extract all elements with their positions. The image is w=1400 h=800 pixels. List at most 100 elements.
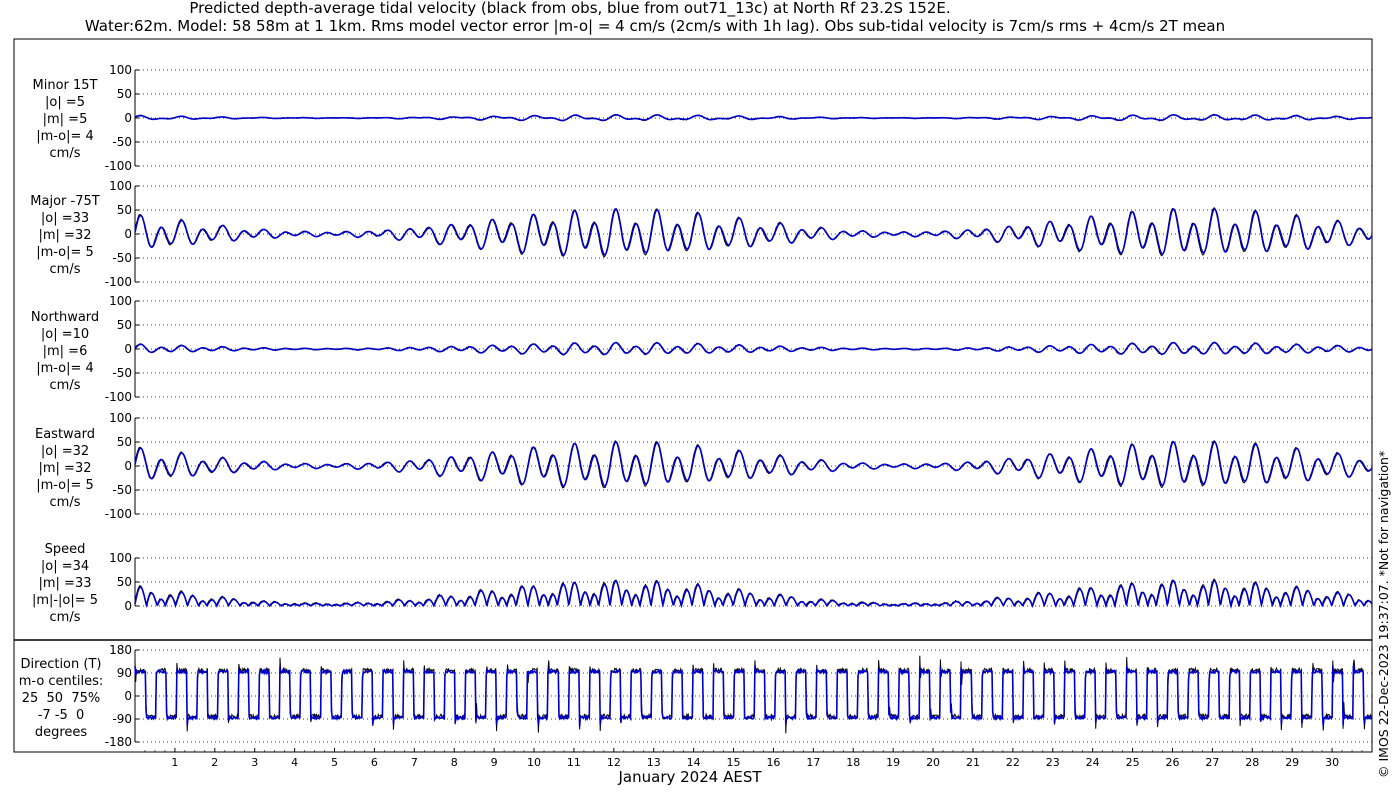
x-tick-label: 30 — [1325, 756, 1339, 769]
y-tick-label: 100 — [109, 63, 132, 77]
x-tick-label: 26 — [1165, 756, 1179, 769]
y-tick-label: 0 — [124, 342, 132, 356]
panel-label-line: |o| =10 — [40, 327, 90, 342]
panel-label-line: cm/s — [49, 610, 81, 625]
panel-minor: 100500-50-100 — [105, 63, 1373, 173]
y-tick-label: 0 — [124, 689, 132, 703]
x-tick-label: 1 — [171, 756, 178, 769]
panel-label-direction: Direction (T) m-o centiles: 25 50 75% -7 -5… — [14, 656, 108, 741]
y-tick-label: 100 — [109, 179, 132, 193]
panel-northward: 100500-50-100 — [105, 294, 1373, 404]
panel-label-line: degrees — [34, 725, 88, 740]
x-tick-label: 21 — [966, 756, 980, 769]
x-tick-label: 2 — [211, 756, 218, 769]
x-tick-label: 19 — [886, 756, 900, 769]
y-tick-label: 50 — [117, 318, 132, 332]
x-tick-label: 3 — [251, 756, 258, 769]
panel-label-line: |o| =33 — [40, 211, 90, 226]
panel-major: 100500-50-100 — [105, 179, 1373, 289]
panel-label-line: |m| =32 — [38, 461, 92, 476]
x-tick-label: 10 — [527, 756, 541, 769]
panel-label-speed: Speed |o| =34 |m| =33 |m|-|o|= 5 cm/s — [20, 541, 110, 626]
outer-frame — [13, 38, 1373, 753]
y-tick-label: 0 — [124, 227, 132, 241]
panel-label-line: |m| =6 — [42, 344, 88, 359]
y-tick-label: 50 — [117, 203, 132, 217]
y-tick-label: 100 — [109, 294, 132, 308]
panel-label-line: cm/s — [49, 146, 81, 161]
panel-speed: 100 50 0 — [109, 551, 1373, 613]
panel-eastward: 100500-50-100 — [105, 411, 1373, 521]
y-tick-label: 50 — [117, 435, 132, 449]
y-tick-label: 90 — [117, 666, 132, 680]
panel-label-line: |o| =5 — [44, 95, 85, 110]
x-tick-label: 28 — [1245, 756, 1259, 769]
x-tick-label: 29 — [1285, 756, 1299, 769]
x-tick-label: 27 — [1205, 756, 1219, 769]
y-tick-label: -180 — [105, 735, 132, 749]
panel-label-eastward: Eastward |o| =32 |m| =32 |m-o|= 5 cm/s — [20, 426, 110, 511]
y-tick-label: 180 — [109, 643, 132, 657]
panel-direction: 180 90 0 -90 -180 — [105, 643, 1373, 749]
y-tick-label: 0 — [124, 459, 132, 473]
panel-label-line: Speed — [44, 542, 86, 557]
panel-label-line: m-o centiles: — [18, 674, 104, 689]
series-model-line — [134, 113, 1373, 122]
panel-label-line: cm/s — [49, 378, 81, 393]
panel-label-line: |m-o|= 4 — [36, 361, 94, 376]
panel-label-line: |m-o|= 4 — [36, 129, 94, 144]
x-tick-label: 25 — [1126, 756, 1140, 769]
panel-label-line: cm/s — [49, 262, 81, 277]
panel-label-major: Major -75T |o| =33 |m| =32 |m-o|= 5 cm/s — [20, 193, 110, 278]
panel-label-line: Major -75T — [30, 194, 100, 209]
panel-label-line: cm/s — [49, 495, 81, 510]
panel-label-line: |m-o|= 5 — [36, 245, 94, 260]
panel-label-northward: Northward |o| =10 |m| =6 |m-o|= 4 cm/s — [20, 309, 110, 394]
copyright-notice: © IMOS 22-Dec-2023 19:37:07. *Not for na… — [1376, 450, 1391, 778]
x-tick-label: 23 — [1046, 756, 1060, 769]
panel-label-line: |m| =33 — [38, 576, 92, 591]
y-tick-label: 0 — [124, 111, 132, 125]
x-tick-label: 22 — [1006, 756, 1020, 769]
x-tick-label: 18 — [846, 756, 860, 769]
y-tick-label: -50 — [112, 483, 132, 497]
panel-label-line: |m| =5 — [42, 112, 88, 127]
panel-label-line: Eastward — [34, 427, 96, 442]
y-tick-label: 100 — [109, 411, 132, 425]
y-tick-label: 0 — [124, 599, 132, 613]
y-tick-label: 100 — [109, 551, 132, 565]
panel-label-line: |o| =34 — [40, 559, 90, 574]
y-tick-label: -50 — [112, 135, 132, 149]
series-model-line — [134, 664, 1373, 727]
y-tick-label: 50 — [117, 575, 132, 589]
panel-label-line: Direction (T) — [20, 657, 102, 672]
series-model-line — [134, 440, 1373, 487]
x-tick-label: 9 — [491, 756, 498, 769]
panel-label-line: |m| =32 — [38, 228, 92, 243]
panel-label-line: |m|-|o|= 5 — [31, 593, 99, 608]
x-tick-label: 4 — [291, 756, 298, 769]
x-axis: 1 2 3 4 5 6 7 8 9 10 11 12 13 14 15 16 17 18 19 20 21 22 23 24 2… — [144, 748, 1363, 769]
panel-label-line: -7 -5 0 — [37, 708, 85, 723]
x-tick-label: 24 — [1086, 756, 1100, 769]
panel-label-line: Minor 15T — [32, 78, 98, 93]
y-tick-label: -50 — [112, 366, 132, 380]
x-tick-label: 8 — [451, 756, 458, 769]
series-model-line — [134, 341, 1373, 356]
x-tick-label: 7 — [411, 756, 418, 769]
panel-label-line: |o| =32 — [40, 444, 90, 459]
x-tick-label: 6 — [371, 756, 378, 769]
y-tick-label: -50 — [112, 251, 132, 265]
series-model-line — [134, 208, 1373, 256]
y-tick-label: -90 — [112, 712, 132, 726]
x-tick-label: 5 — [331, 756, 338, 769]
tidal-velocity-chart: 1 2 3 4 5 6 7 8 9 10 11 12 13 14 15 16 17 18 19 20 21 22 23 24 2… — [13, 38, 1373, 769]
panel-label-line: 25 50 75% — [21, 691, 101, 706]
x-tick-label: 20 — [926, 756, 940, 769]
panel-label-line: Northward — [30, 310, 100, 325]
series-model-line — [134, 579, 1373, 609]
y-tick-label: 50 — [117, 87, 132, 101]
panel-label-minor: Minor 15T |o| =5 |m| =5 |m-o|= 4 cm/s — [20, 77, 110, 162]
panel-label-line: |m-o|= 5 — [36, 478, 94, 493]
x-axis-label: January 2024 AEST — [618, 768, 762, 786]
